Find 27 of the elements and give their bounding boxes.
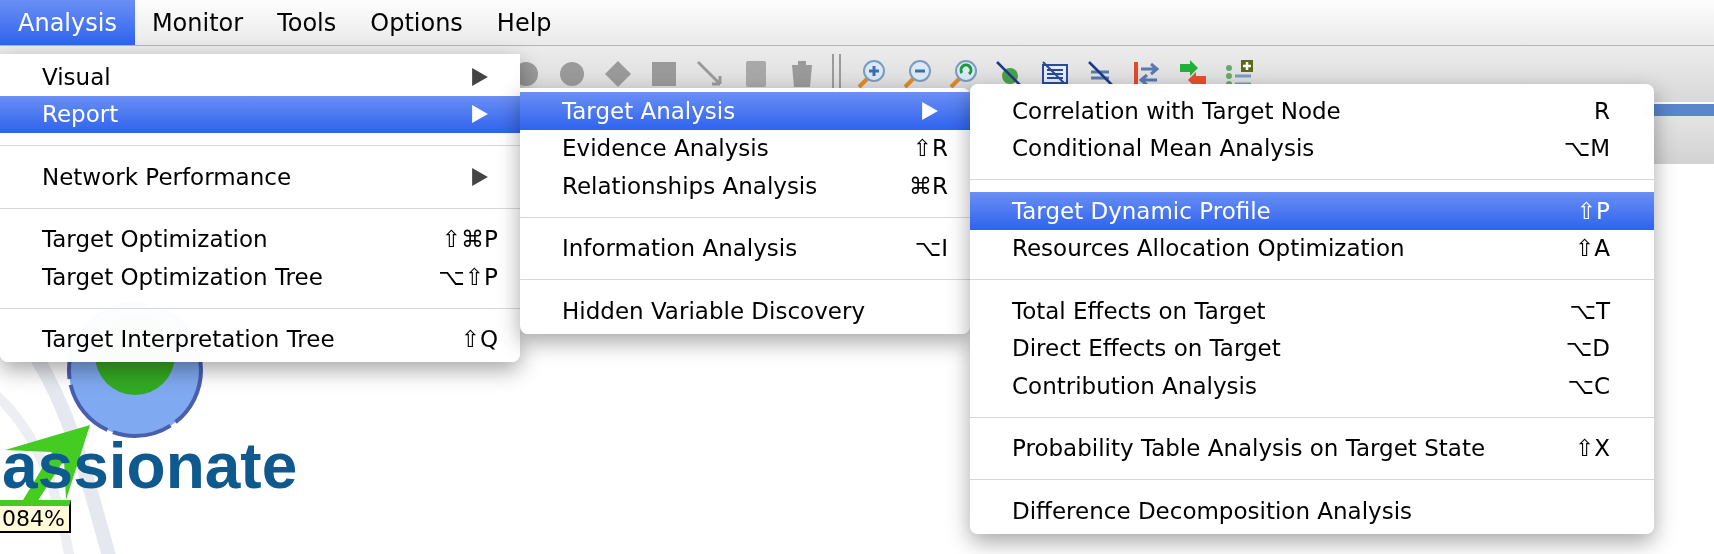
menu-item[interactable]: Visual [0,58,520,96]
menu-item[interactable]: Information Analysis ⌥I [520,229,970,267]
menu-item[interactable]: Difference Decomposition Analysis [970,492,1654,530]
menu-item[interactable]: Target Optimization Tree ⌥⇧P [0,258,520,296]
menu-item[interactable]: Evidence Analysis ⇧R [520,129,970,167]
menu-item[interactable]: Target Interpretation Tree ⇧Q [0,320,520,358]
menu-bar-item[interactable]: Options [353,0,480,45]
menu-item[interactable]: Hidden Variable Discovery [520,292,970,330]
menu-item[interactable]: Resources Allocation Optimization ⇧A [970,229,1654,267]
menu-item[interactable]: Network Performance [0,158,520,196]
menu-bar-item[interactable]: Tools [260,0,354,45]
menu-bar-item[interactable]: Monitor [134,0,261,45]
menu-bar-item[interactable]: Analysis [0,0,135,45]
menu-item[interactable]: Report [0,95,520,133]
menu-item[interactable]: Target Analysis [520,92,970,130]
menu-item[interactable]: Correlation with Target Node R [970,92,1654,130]
menu-item[interactable]: Probability Table Analysis on Target State ⇧X [970,429,1654,467]
menu-item[interactable]: Direct Effects on Target ⌥D [970,329,1654,367]
menu-item[interactable]: Total Effects on Target ⌥T [970,292,1654,330]
menu-item[interactable]: Contribution Analysis ⌥C [970,367,1654,405]
menu-bar-item[interactable]: Help [479,0,569,45]
menu-item[interactable]: Target Dynamic Profile ⇧P [970,192,1654,230]
menu-item[interactable]: Relationships Analysis ⌘R [520,167,970,205]
magnifier-icon[interactable] [901,58,933,90]
menu-item[interactable]: Conditional Mean Analysis ⌥M [970,129,1654,167]
menu-item[interactable]: Target Optimization ⇧⌘P [0,220,520,258]
value-label: 084% [0,500,71,533]
